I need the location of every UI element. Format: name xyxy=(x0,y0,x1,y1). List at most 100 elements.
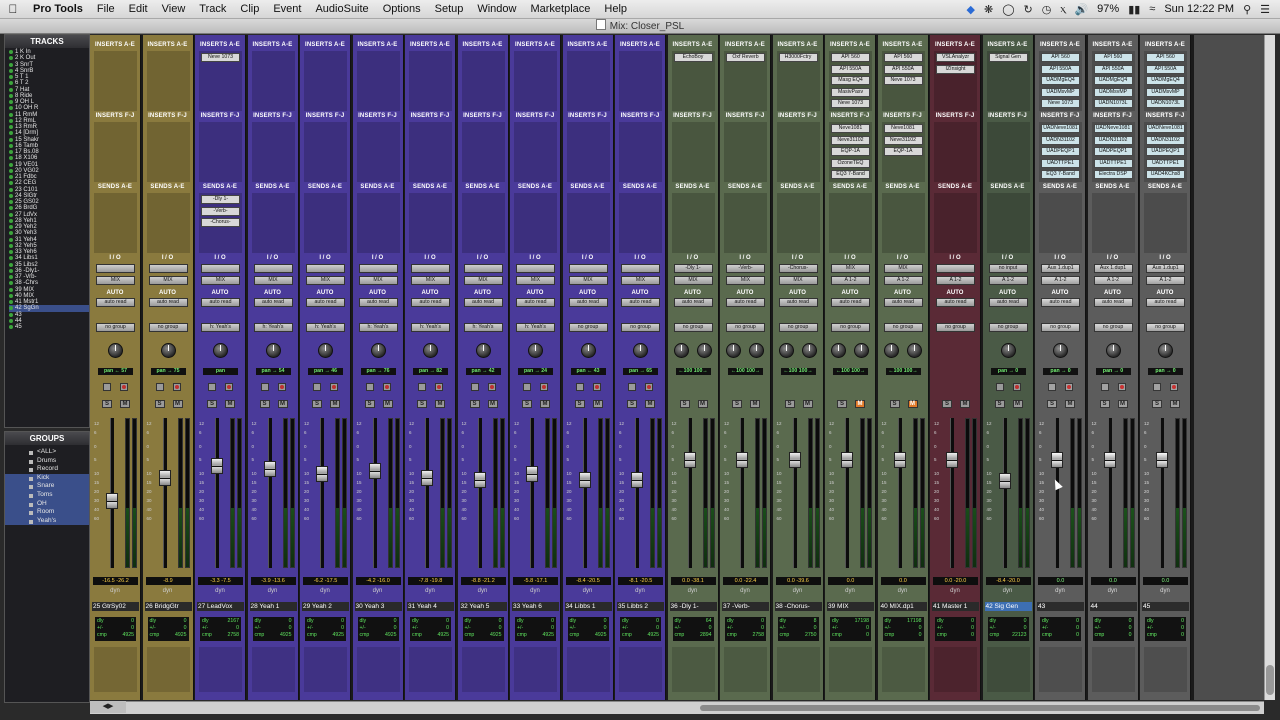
fader-track[interactable] xyxy=(267,418,272,568)
track-list-item[interactable]: 45 xyxy=(9,324,89,330)
battery-icon[interactable]: ▮▮ xyxy=(1128,3,1140,16)
search-icon[interactable]: ⚲ xyxy=(1243,3,1251,16)
track-visible-icon[interactable] xyxy=(9,281,13,286)
insert-slot[interactable]: UADPEQP1 xyxy=(1146,147,1185,156)
pan-knob-left[interactable] xyxy=(778,343,794,358)
pan-knob[interactable] xyxy=(580,343,596,358)
sends-ae-slots[interactable] xyxy=(461,193,505,253)
sends-ae-slots[interactable] xyxy=(94,193,137,253)
insert-slot[interactable]: UADMsvMP xyxy=(1146,87,1185,97)
insert-slot[interactable]: MasivPasv xyxy=(831,87,870,97)
comments-area[interactable] xyxy=(881,647,925,692)
fader-track[interactable] xyxy=(1002,418,1007,568)
automation-mode-selector[interactable]: auto read xyxy=(253,298,293,307)
volume-fader[interactable] xyxy=(841,452,853,468)
track-name[interactable]: 44 xyxy=(1089,602,1137,611)
output-selector[interactable]: MIX xyxy=(306,276,345,285)
group-selector[interactable]: no group xyxy=(1146,323,1185,332)
inserts-fj-slots[interactable] xyxy=(94,122,137,182)
track-name[interactable]: 40 MIX.dp1 xyxy=(879,602,927,611)
inserts-fj-slots[interactable] xyxy=(776,122,820,182)
insert-slot[interactable]: UADNeve1081 xyxy=(1041,124,1080,133)
track-visible-icon[interactable] xyxy=(9,206,13,211)
track-visible-icon[interactable] xyxy=(9,218,13,223)
inserts-fj-slots[interactable] xyxy=(199,122,242,182)
pan-knob[interactable] xyxy=(370,343,386,358)
group-selector[interactable]: h: Yeah's xyxy=(516,323,555,332)
comments-area[interactable] xyxy=(409,647,452,692)
track-name[interactable]: 42 Sig Gen xyxy=(984,602,1032,611)
inserts-fj-slots[interactable] xyxy=(566,122,610,182)
pan-knob[interactable] xyxy=(475,343,491,358)
mute-button[interactable]: M xyxy=(540,400,550,408)
group-checkbox-icon[interactable] xyxy=(29,511,33,516)
volume-fader[interactable] xyxy=(316,465,328,482)
comments-area[interactable] xyxy=(671,647,715,692)
output-selector[interactable]: A 1-2 xyxy=(988,276,1028,285)
group-selector[interactable]: no group xyxy=(621,323,660,332)
input-monitor-button[interactable] xyxy=(103,383,111,391)
pan-knob[interactable] xyxy=(1158,343,1173,358)
sends-ae-slots[interactable] xyxy=(986,193,1030,253)
insert-slot[interactable]: UADN1073L xyxy=(1146,99,1185,108)
automation-mode-selector[interactable]: auto read xyxy=(306,298,345,307)
automation-mode-selector[interactable]: auto read xyxy=(148,298,188,307)
track-visible-icon[interactable] xyxy=(9,262,13,267)
inserts-fj-slots[interactable] xyxy=(671,122,715,182)
insert-slot[interactable]: UADPEQP1 xyxy=(1041,147,1080,156)
comments-area[interactable] xyxy=(776,647,820,692)
record-enable-button[interactable] xyxy=(645,383,653,391)
track-visible-icon[interactable] xyxy=(9,256,13,261)
automation-mode-selector[interactable]: auto read xyxy=(568,298,608,307)
track-visible-icon[interactable] xyxy=(9,56,13,61)
insert-slot[interactable]: UADMsvMP xyxy=(1041,87,1080,97)
group-list-item[interactable]: <ALL> xyxy=(11,448,89,457)
mute-button[interactable]: M xyxy=(960,400,970,408)
inserts-ae-slots[interactable] xyxy=(461,51,505,111)
pan-knob[interactable] xyxy=(1053,343,1068,358)
track-visible-icon[interactable] xyxy=(9,212,13,217)
input-selector[interactable]: MIX xyxy=(831,264,870,273)
track-visible-icon[interactable] xyxy=(9,200,13,205)
input-selector[interactable] xyxy=(568,264,608,273)
group-list-item[interactable]: Yeah's xyxy=(5,516,89,526)
sends-ae-slots[interactable] xyxy=(1144,193,1187,253)
output-selector[interactable]: A 1-2 xyxy=(883,276,923,285)
input-monitor-button[interactable] xyxy=(365,383,374,391)
comments-area[interactable] xyxy=(1039,647,1082,692)
group-list-item[interactable]: Record xyxy=(11,465,89,474)
fader-track[interactable] xyxy=(582,418,587,568)
volume-fader[interactable] xyxy=(998,473,1011,489)
menu-audiosuite[interactable]: AudioSuite xyxy=(308,3,375,15)
insert-slot[interactable]: UADMsvMP xyxy=(1093,87,1133,97)
group-selector[interactable]: no group xyxy=(1093,323,1133,332)
input-selector[interactable] xyxy=(358,264,398,273)
insert-slot[interactable]: API 550A xyxy=(1041,64,1080,74)
send-slot[interactable]: -Dly 1- xyxy=(201,195,240,204)
track-name[interactable]: 35 Libbs 2 xyxy=(617,602,664,611)
inserts-fj-slots[interactable] xyxy=(409,122,452,182)
inserts-fj-slots[interactable] xyxy=(146,122,190,182)
mute-button[interactable]: M xyxy=(277,400,288,408)
automation-mode-selector[interactable]: auto read xyxy=(621,298,660,307)
track-visible-icon[interactable] xyxy=(9,318,13,323)
track-visible-icon[interactable] xyxy=(9,150,13,155)
solo-button[interactable]: S xyxy=(994,400,1005,408)
track-name[interactable]: 29 Yeah 2 xyxy=(302,602,349,611)
menu-options[interactable]: Options xyxy=(376,3,428,15)
track-name[interactable]: 27 LeadVox xyxy=(197,602,244,611)
group-selector[interactable]: no group xyxy=(778,323,818,332)
sync-icon[interactable]: ↻ xyxy=(1024,3,1033,16)
mute-button[interactable]: M xyxy=(225,400,235,408)
mute-button[interactable]: M xyxy=(1170,400,1180,408)
track-name[interactable]: 34 Libbs 1 xyxy=(564,602,612,611)
insert-slot[interactable]: Neve31102 xyxy=(831,135,870,145)
record-enable-button[interactable] xyxy=(330,383,338,391)
pan-knob-left[interactable] xyxy=(883,343,899,358)
group-selector[interactable]: no group xyxy=(673,323,713,332)
input-monitor-button[interactable] xyxy=(1153,383,1161,391)
track-visible-icon[interactable] xyxy=(9,143,13,148)
automation-mode-selector[interactable]: auto read xyxy=(411,298,450,307)
track-visible-icon[interactable] xyxy=(9,187,13,192)
sends-ae-slots[interactable] xyxy=(304,193,347,253)
